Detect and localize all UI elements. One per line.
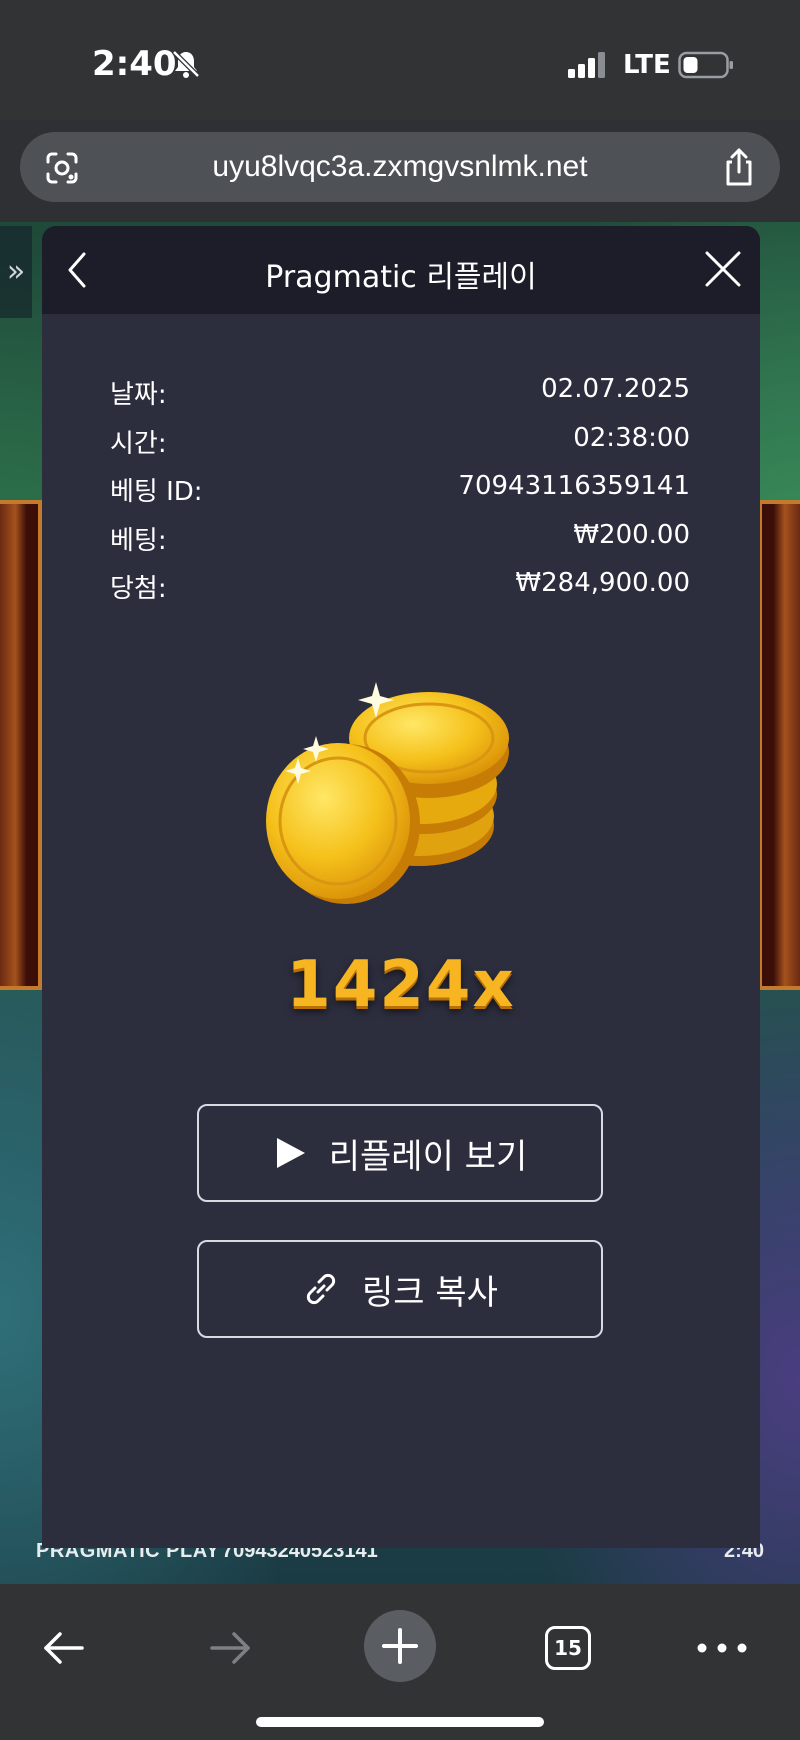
info-row-time: 시간: 02:38:00 xyxy=(110,423,690,472)
network-type: LTE xyxy=(623,50,671,80)
plus-icon xyxy=(382,1628,418,1664)
play-icon xyxy=(276,1138,305,1168)
info-row-win: 당첨: ₩284,900.00 xyxy=(110,568,690,617)
bet-info-list: 날짜: 02.07.2025 시간: 02:38:00 베팅 ID: 70943… xyxy=(110,374,690,617)
expand-panel-icon[interactable]: » xyxy=(0,226,32,318)
win-value: ₩284,900.00 xyxy=(515,568,690,598)
reel-frame-left xyxy=(0,500,42,990)
gold-coins-illustration xyxy=(266,682,509,904)
more-dots-icon[interactable] xyxy=(696,1634,748,1662)
status-bar: 2:40 LTE xyxy=(0,0,800,120)
date-value: 02.07.2025 xyxy=(541,374,690,404)
replay-modal: Pragmatic 리플레이 날짜: 02.07.2025 시간: 02:38:… xyxy=(42,226,760,1548)
time-value: 02:38:00 xyxy=(573,422,690,453)
share-icon[interactable] xyxy=(720,146,758,188)
modal-header: Pragmatic 리플레이 xyxy=(42,226,760,314)
battery-icon xyxy=(678,51,733,79)
info-row-bet-id: 베팅 ID: 70943116359141 xyxy=(110,471,690,520)
watch-replay-label: 리플레이 보기 xyxy=(328,1136,528,1177)
address-bar[interactable]: uyu8lvqc3a.zxmgvsnlmk.net xyxy=(20,132,780,202)
new-tab-button[interactable] xyxy=(364,1610,436,1682)
modal-title: Pragmatic 리플레이 xyxy=(265,260,537,295)
arrow-left-icon[interactable] xyxy=(40,1624,88,1672)
copy-link-button[interactable]: 링크 복사 xyxy=(197,1240,603,1338)
copy-link-label: 링크 복사 xyxy=(362,1272,498,1313)
bell-slash-icon xyxy=(172,50,200,78)
home-indicator[interactable] xyxy=(256,1717,544,1727)
info-row-bet: 베팅: ₩200.00 xyxy=(110,520,690,569)
signal-bars-icon xyxy=(568,52,605,78)
close-icon[interactable] xyxy=(702,248,744,290)
url-text[interactable]: uyu8lvqc3a.zxmgvsnlmk.net xyxy=(110,150,690,184)
status-time: 2:40 xyxy=(92,44,177,84)
win-label: 당첨: xyxy=(110,574,167,604)
google-lens-icon[interactable] xyxy=(42,148,82,188)
tab-switcher-button[interactable]: 15 xyxy=(545,1626,591,1670)
watch-replay-button[interactable]: 리플레이 보기 xyxy=(197,1104,603,1202)
bet-id-label: 베팅 ID: xyxy=(110,477,203,507)
link-icon xyxy=(306,1273,336,1305)
time-label: 시간: xyxy=(110,428,167,459)
bet-label: 베팅: xyxy=(110,525,167,556)
bet-value: ₩200.00 xyxy=(573,519,690,550)
win-multiplier: 1424x xyxy=(286,948,516,1022)
bet-id-value: 70943116359141 xyxy=(458,471,690,501)
date-label: 날짜: xyxy=(110,380,167,410)
arrow-right-icon[interactable] xyxy=(206,1624,254,1672)
info-row-date: 날짜: 02.07.2025 xyxy=(110,374,690,423)
reel-frame-right xyxy=(758,500,800,990)
